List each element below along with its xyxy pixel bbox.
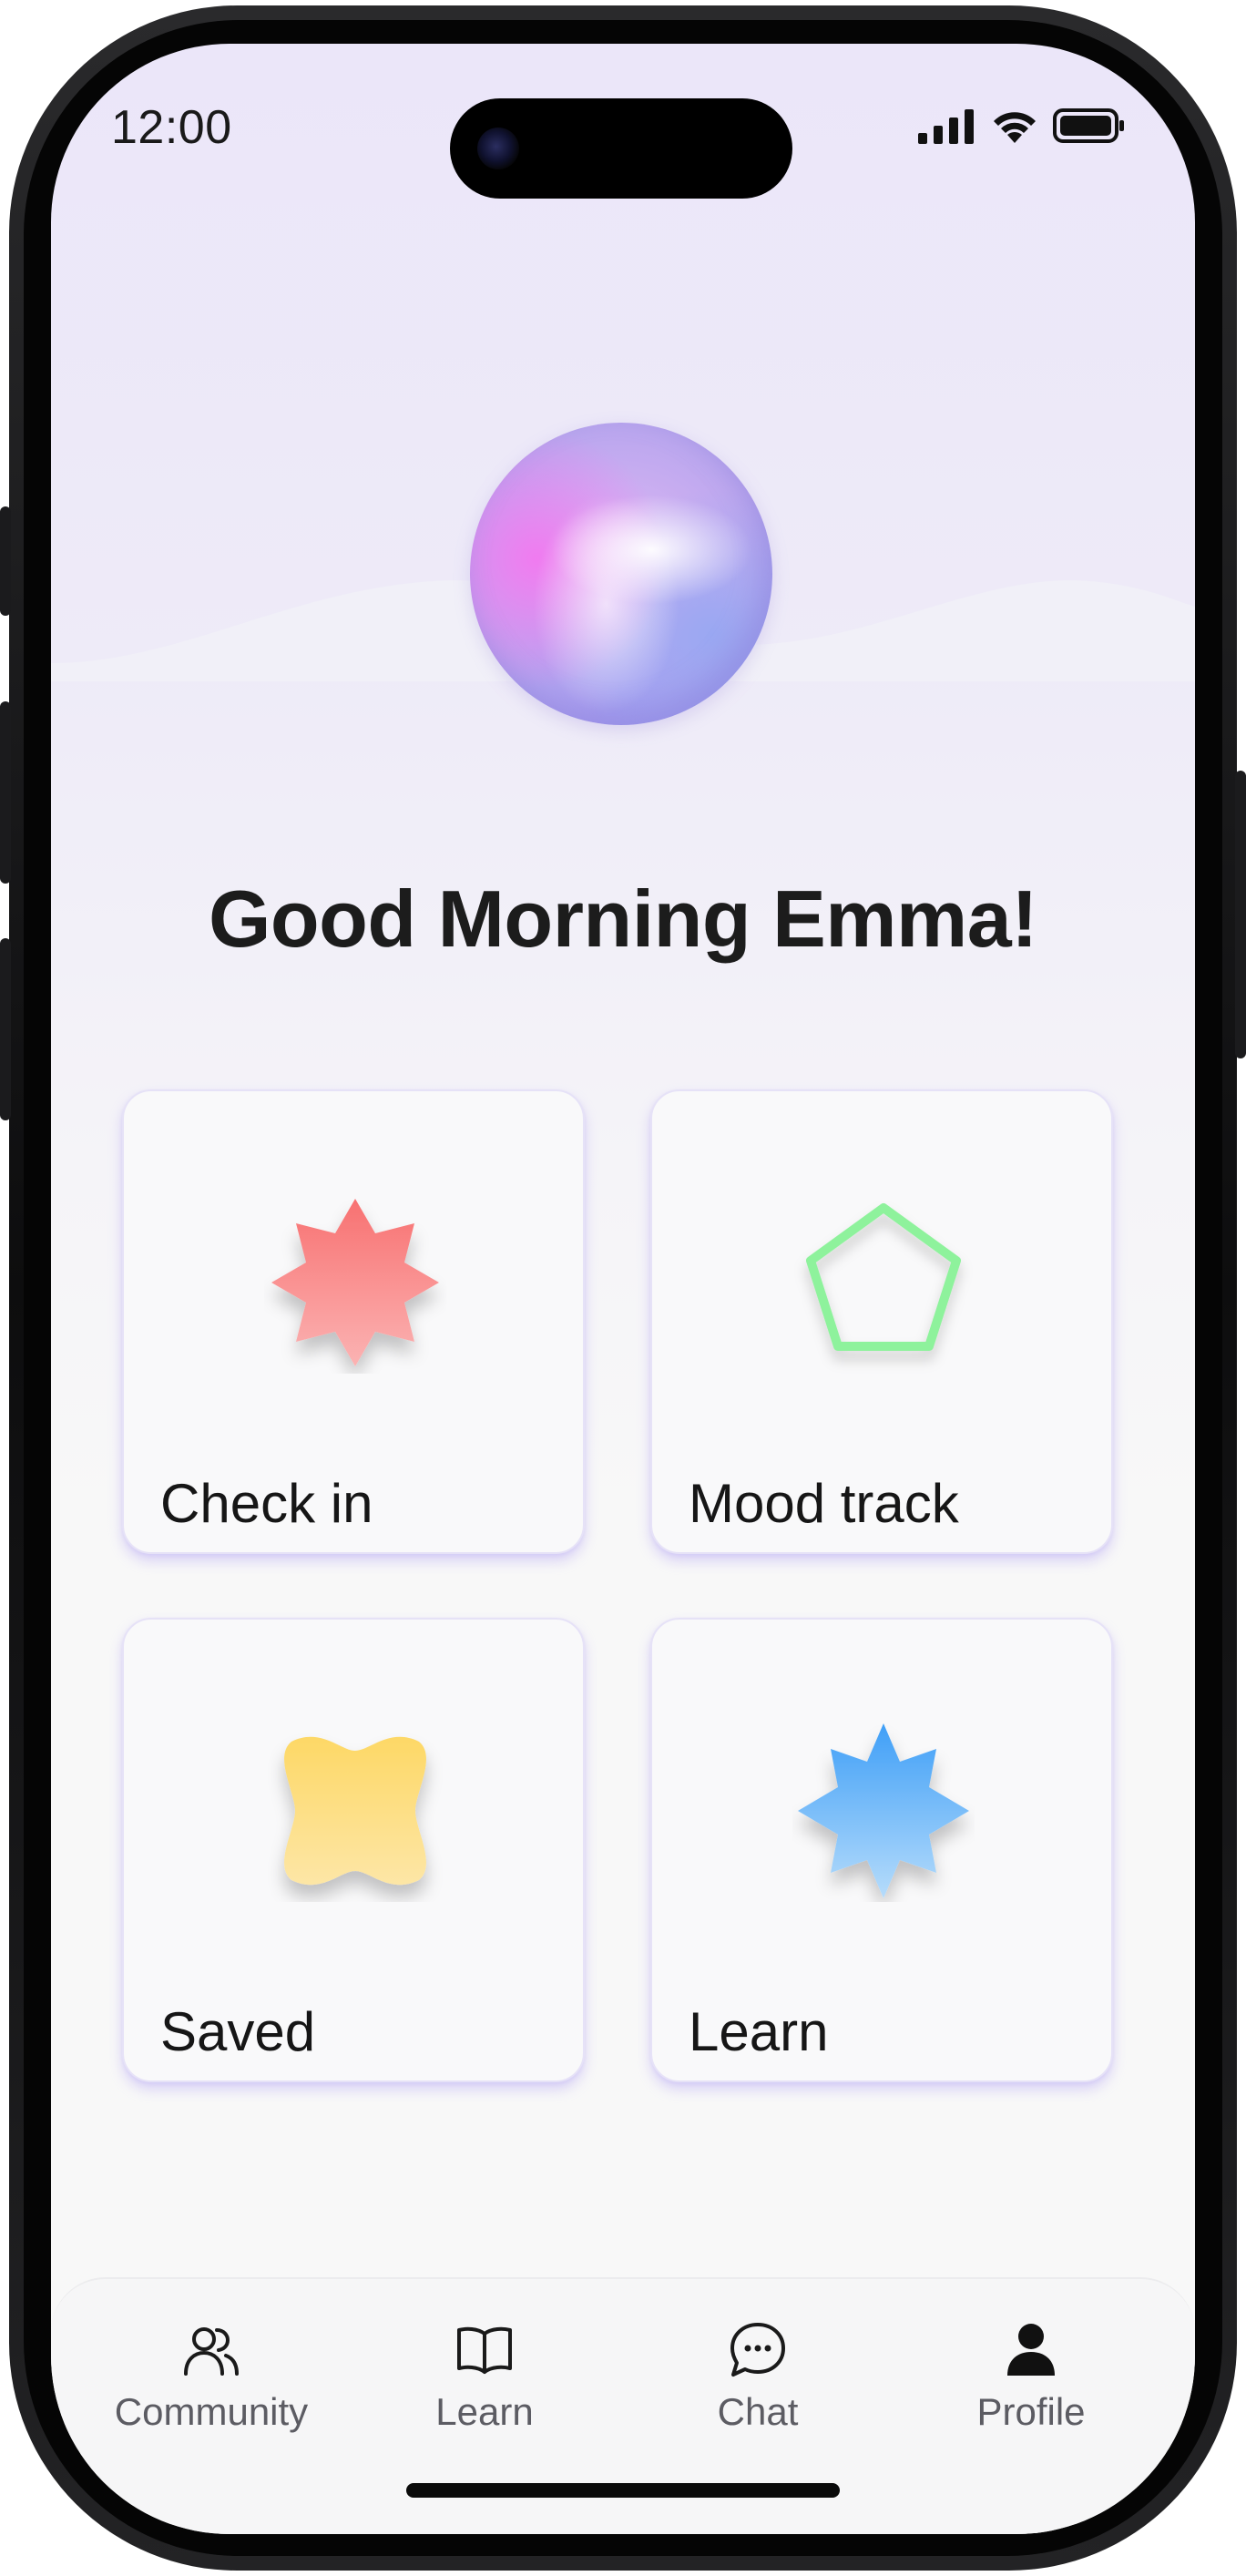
- home-indicator[interactable]: [406, 2483, 840, 2498]
- nav-chat-label: Chat: [717, 2390, 799, 2433]
- greeting-title: Good Morning Emma!: [208, 874, 1038, 964]
- learn-label: Learn: [689, 2001, 829, 2062]
- burst-star-icon: [798, 1723, 969, 1898]
- nav-community-label: Community: [114, 2390, 309, 2433]
- front-camera: [477, 128, 519, 169]
- action-button: [0, 506, 11, 616]
- cellular-signal-icon: [918, 109, 974, 144]
- check-in-label: Check in: [160, 1473, 373, 1534]
- learn-card[interactable]: Learn: [650, 1618, 1113, 2082]
- status-icons: [918, 106, 1126, 146]
- four-lobe-shape-icon: [284, 1736, 426, 1886]
- volume-down-button: [0, 938, 11, 1120]
- volume-up-button: [0, 701, 11, 884]
- person-icon: [1007, 2324, 1055, 2376]
- chat-bubble-icon: [730, 2323, 785, 2377]
- wifi-icon: [994, 112, 1036, 143]
- pentagon-icon: [806, 1203, 961, 1351]
- assistant-orb[interactable]: [470, 423, 772, 725]
- nav-profile-label: Profile: [976, 2390, 1086, 2433]
- dynamic-island: [450, 98, 792, 199]
- people-icon: [184, 2327, 239, 2376]
- eight-point-star-icon: [271, 1199, 439, 1366]
- power-button: [1235, 771, 1246, 1058]
- battery-icon: [1053, 108, 1124, 143]
- mood-track-card[interactable]: Mood track: [650, 1089, 1113, 1554]
- status-time: 12:00: [111, 101, 232, 154]
- check-in-card[interactable]: Check in: [122, 1089, 585, 1554]
- mood-track-label: Mood track: [689, 1473, 959, 1534]
- saved-label: Saved: [160, 2001, 316, 2062]
- saved-card[interactable]: Saved: [122, 1618, 585, 2082]
- app-screen: 12:00 Good Morning Emma! Check in Mood t…: [51, 44, 1195, 2534]
- nav-learn-label: Learn: [435, 2390, 534, 2433]
- book-icon: [457, 2326, 512, 2374]
